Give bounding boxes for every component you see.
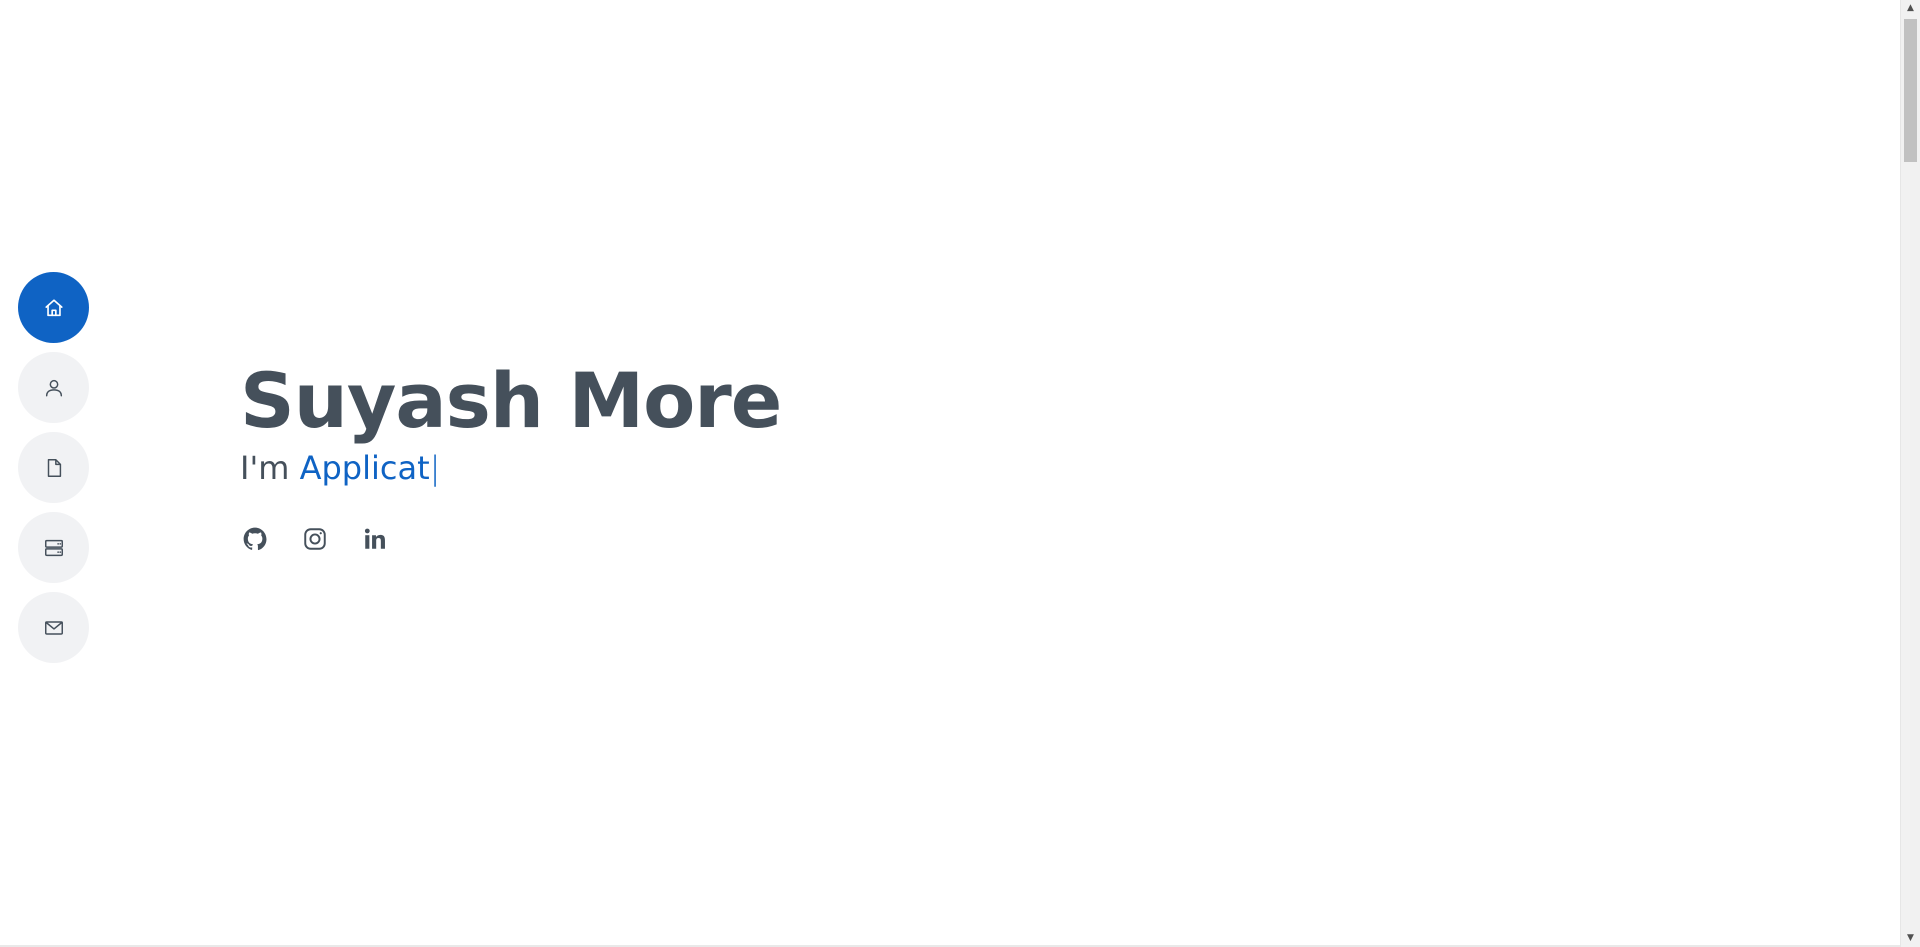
hero-prefix: I'm — [240, 449, 300, 487]
scroll-up-arrow-icon[interactable]: ▲ — [1901, 0, 1920, 17]
typed-cursor: | — [429, 449, 441, 487]
instagram-link[interactable] — [302, 526, 328, 552]
github-icon — [243, 527, 267, 551]
nav-item-about[interactable]: About — [18, 352, 89, 423]
vertical-scrollbar[interactable]: ▲ ▼ — [1900, 0, 1920, 947]
nav-item-home[interactable]: Home — [18, 272, 89, 343]
scroll-down-arrow-icon[interactable]: ▼ — [1901, 930, 1920, 947]
page: Home About Resume Services — [0, 0, 1920, 947]
hero-subtitle: I'm Applicat| — [240, 446, 781, 490]
envelope-icon — [44, 620, 63, 635]
typed-text: Applicat — [299, 449, 430, 487]
linkedin-icon — [364, 528, 385, 549]
side-nav: Home About Resume Services — [18, 272, 89, 663]
instagram-icon — [304, 528, 326, 550]
linkedin-link[interactable] — [362, 526, 388, 552]
nav-item-services[interactable]: Services — [18, 512, 89, 583]
file-icon — [47, 458, 61, 477]
hero-name: Suyash More — [240, 356, 782, 445]
github-link[interactable] — [242, 526, 268, 552]
server-icon — [44, 539, 63, 556]
nav-item-contact[interactable]: Contact — [18, 592, 89, 663]
home-icon — [44, 298, 63, 316]
scroll-thumb[interactable] — [1904, 19, 1917, 162]
nav-item-resume[interactable]: Resume — [18, 432, 89, 503]
person-icon — [45, 379, 62, 397]
social-links — [242, 526, 781, 552]
hero-section: Suyash More I'm Applicat| — [240, 356, 782, 552]
